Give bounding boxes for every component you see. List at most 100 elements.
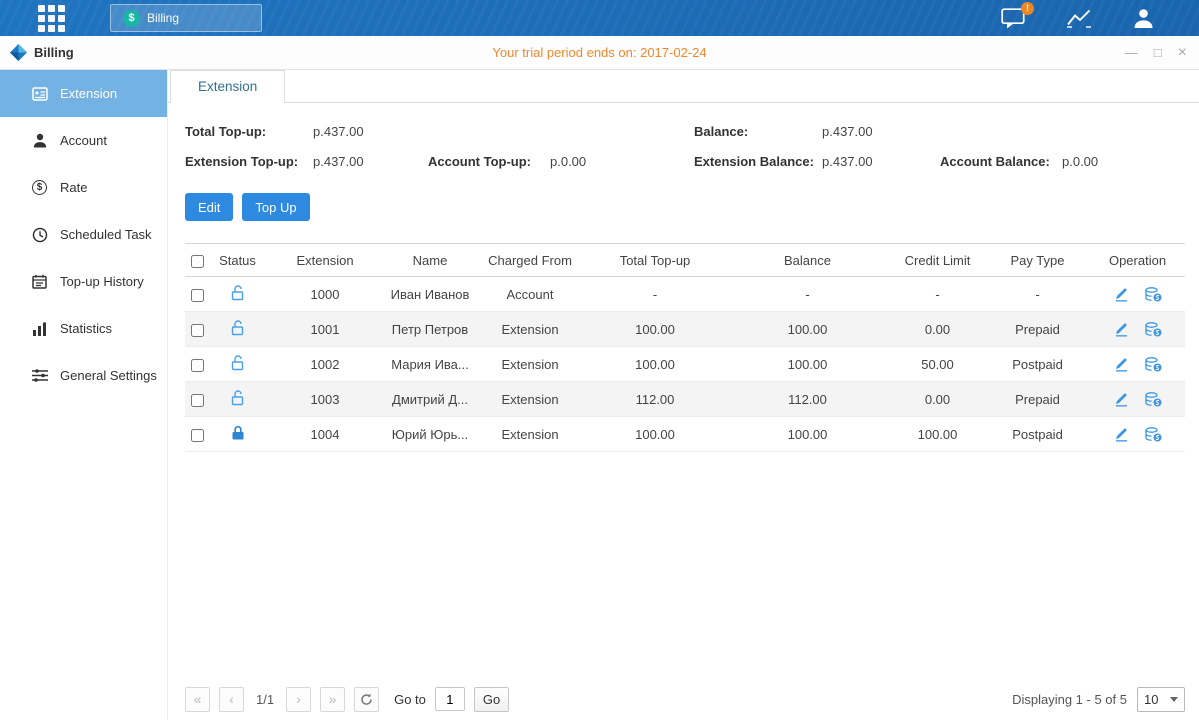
col-status: Status	[210, 244, 265, 277]
cell-total-topup: 100.00	[585, 347, 725, 382]
cell-balance: -	[725, 277, 890, 312]
page-size-value: 10	[1144, 692, 1158, 707]
cell-name: Петр Петров	[385, 312, 475, 347]
line-chart-icon	[1066, 8, 1092, 28]
table-row: 1001 Петр Петров Extension 100.00 100.00…	[185, 312, 1185, 347]
lock-icon	[231, 429, 245, 444]
window-title-bar: Billing Your trial period ends on: 2017-…	[0, 36, 1199, 70]
edit-pencil-icon[interactable]	[1114, 392, 1129, 407]
cell-charged-from: Extension	[475, 417, 585, 452]
cell-balance: 100.00	[725, 312, 890, 347]
maximize-icon[interactable]: □	[1154, 46, 1162, 59]
cell-charged-from: Extension	[475, 382, 585, 417]
cell-pay-type: Prepaid	[985, 312, 1090, 347]
edit-button[interactable]: Edit	[185, 193, 233, 221]
cell-name: Иван Иванов	[385, 277, 475, 312]
sidebar-item-extension[interactable]: Extension	[0, 70, 167, 117]
main-panel: Extension Total Top-up: p.437.00 Balance…	[168, 70, 1199, 720]
col-credit-limit: Credit Limit	[890, 244, 985, 277]
statistics-chart-icon[interactable]	[1066, 8, 1092, 28]
select-all-checkbox[interactable]	[191, 255, 204, 268]
window-app-title: Billing	[34, 45, 74, 60]
minimize-icon[interactable]: —	[1125, 46, 1138, 59]
cell-total-topup: 100.00	[585, 417, 725, 452]
close-icon[interactable]: ×	[1178, 45, 1187, 61]
extension-card-icon	[31, 85, 48, 102]
sidebar-item-scheduled-task[interactable]: Scheduled Task	[0, 211, 167, 258]
row-checkbox[interactable]	[191, 289, 204, 302]
sidebar-item-topup-history[interactable]: Top-up History	[0, 258, 167, 305]
clock-icon	[31, 226, 48, 243]
cell-total-topup: 112.00	[585, 382, 725, 417]
rate-dollar-circle-icon: $	[31, 179, 48, 196]
top-up-money-icon[interactable]	[1145, 322, 1162, 337]
sidebar-item-statistics[interactable]: Statistics	[0, 305, 167, 352]
row-checkbox[interactable]	[191, 394, 204, 407]
goto-page-input[interactable]	[435, 687, 465, 711]
row-checkbox[interactable]	[191, 359, 204, 372]
balance-label: Balance:	[694, 117, 822, 147]
pagination-bar: « ‹ 1/1 › » Go to Go Displaying 1 - 5 of…	[185, 686, 1185, 712]
edit-pencil-icon[interactable]	[1114, 357, 1129, 372]
top-up-button[interactable]: Top Up	[242, 193, 309, 221]
notifications-chat-icon[interactable]: !	[1001, 8, 1026, 29]
billing-app-logo-icon	[10, 44, 27, 61]
col-charged-from: Charged From	[475, 244, 585, 277]
next-page-button[interactable]: ›	[286, 687, 311, 712]
apps-grid-icon[interactable]	[38, 5, 65, 32]
account-person-icon	[31, 132, 48, 149]
top-up-money-icon[interactable]	[1145, 357, 1162, 372]
tab-extension[interactable]: Extension	[170, 70, 285, 103]
cell-charged-from: Extension	[475, 347, 585, 382]
table-row: 1003 Дмитрий Д... Extension 112.00 112.0…	[185, 382, 1185, 417]
balance-value: p.437.00	[822, 117, 940, 147]
cell-credit-limit: 100.00	[890, 417, 985, 452]
edit-pencil-icon[interactable]	[1114, 287, 1129, 302]
cell-charged-from: Extension	[475, 312, 585, 347]
sidebar: Extension Account $ Rate Scheduled Task …	[0, 70, 168, 720]
sidebar-item-rate[interactable]: $ Rate	[0, 164, 167, 211]
cell-credit-limit: -	[890, 277, 985, 312]
cell-name: Мария Ива...	[385, 347, 475, 382]
sidebar-item-account[interactable]: Account	[0, 117, 167, 164]
refresh-button[interactable]	[354, 687, 379, 712]
sidebar-item-label: General Settings	[60, 368, 157, 383]
top-up-money-icon[interactable]	[1145, 392, 1162, 407]
row-checkbox[interactable]	[191, 324, 204, 337]
account-balance-label: Account Balance:	[940, 147, 1062, 177]
total-topup-value: p.437.00	[313, 117, 428, 147]
page-size-select[interactable]: 10	[1137, 687, 1185, 712]
user-account-icon[interactable]	[1132, 7, 1155, 29]
unlock-icon	[231, 289, 245, 304]
cell-extension: 1000	[265, 277, 385, 312]
cell-extension: 1002	[265, 347, 385, 382]
topbar-billing-tab[interactable]: $ Billing	[110, 4, 262, 32]
sidebar-item-label: Rate	[60, 180, 87, 195]
top-up-money-icon[interactable]	[1145, 427, 1162, 442]
prev-page-button[interactable]: ‹	[219, 687, 244, 712]
cell-name: Юрий Юрь...	[385, 417, 475, 452]
page-indicator: 1/1	[256, 692, 274, 707]
total-topup-label: Total Top-up:	[185, 117, 313, 147]
person-icon	[1132, 7, 1155, 29]
cell-extension: 1004	[265, 417, 385, 452]
cell-charged-from: Account	[475, 277, 585, 312]
cell-balance: 112.00	[725, 382, 890, 417]
row-checkbox[interactable]	[191, 429, 204, 442]
col-extension: Extension	[265, 244, 385, 277]
edit-pencil-icon[interactable]	[1114, 427, 1129, 442]
cell-pay-type: -	[985, 277, 1090, 312]
top-up-money-icon[interactable]	[1145, 287, 1162, 302]
extension-topup-value: p.437.00	[313, 147, 428, 177]
last-page-button[interactable]: »	[320, 687, 345, 712]
cell-pay-type: Postpaid	[985, 417, 1090, 452]
extension-content: Total Top-up: p.437.00 Balance: p.437.00…	[168, 103, 1199, 720]
go-button[interactable]: Go	[474, 687, 509, 712]
account-balance-value: p.0.00	[1062, 147, 1185, 177]
sidebar-item-general-settings[interactable]: General Settings	[0, 352, 167, 399]
edit-pencil-icon[interactable]	[1114, 322, 1129, 337]
col-name: Name	[385, 244, 475, 277]
sidebar-item-label: Scheduled Task	[60, 227, 152, 242]
first-page-button[interactable]: «	[185, 687, 210, 712]
sidebar-item-label: Top-up History	[60, 274, 144, 289]
